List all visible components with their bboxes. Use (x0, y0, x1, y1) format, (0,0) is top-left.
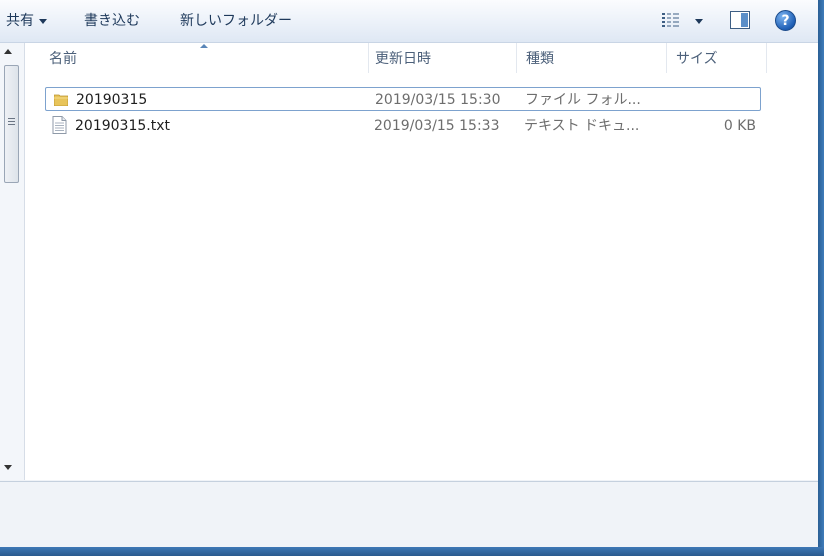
change-view-icon[interactable] (662, 12, 680, 28)
text-file-icon (52, 116, 67, 134)
file-date: 2019/03/15 15:30 (375, 92, 501, 108)
file-list: 名前 更新日時 種類 サイズ 20190315 2019/03/15 15:30… (25, 43, 818, 480)
window-border (818, 0, 824, 556)
file-row-folder[interactable]: 20190315 2019/03/15 15:30 ファイル フォル... (45, 87, 761, 111)
column-type-label: 種類 (526, 51, 554, 67)
burn-button[interactable]: 書き込む (84, 11, 140, 31)
scroll-up-icon[interactable] (4, 49, 12, 54)
navigation-pane (0, 43, 25, 480)
folder-icon (54, 94, 68, 106)
burn-label: 書き込む (84, 13, 140, 29)
chevron-down-icon (39, 18, 47, 24)
file-name: 20190315 (76, 92, 148, 108)
details-pane (0, 481, 818, 548)
column-size-label: サイズ (676, 51, 718, 67)
column-name-label: 名前 (49, 51, 77, 67)
file-row-text[interactable]: 20190315.txt 2019/03/15 15:33 テキスト ドキュ..… (45, 114, 761, 138)
new-folder-label: 新しいフォルダー (180, 13, 292, 29)
column-type[interactable]: 種類 (516, 43, 667, 73)
window-bottom-border (0, 547, 824, 556)
column-size[interactable]: サイズ (666, 43, 767, 73)
file-date: 2019/03/15 15:33 (374, 118, 500, 134)
column-name[interactable]: 名前 (39, 43, 369, 73)
column-header: 名前 更新日時 種類 サイズ (25, 43, 818, 73)
file-type: テキスト ドキュ... (524, 118, 640, 134)
scrollbar-thumb[interactable] (4, 65, 19, 183)
views-dropdown-icon[interactable] (695, 19, 703, 24)
share-button[interactable]: 共有 (6, 11, 47, 31)
preview-pane-icon[interactable] (730, 11, 750, 29)
file-size: 0 KB (723, 118, 756, 134)
grip-icon (8, 118, 15, 125)
file-name: 20190315.txt (75, 118, 170, 134)
new-folder-button[interactable]: 新しいフォルダー (180, 11, 292, 31)
column-date[interactable]: 更新日時 (365, 43, 517, 73)
file-type: ファイル フォル... (525, 92, 641, 108)
help-icon[interactable]: ? (775, 10, 796, 31)
share-label: 共有 (6, 13, 34, 29)
scroll-down-icon[interactable] (4, 465, 12, 470)
column-date-label: 更新日時 (375, 51, 431, 67)
command-bar: 共有 書き込む 新しいフォルダー ? (0, 0, 824, 43)
